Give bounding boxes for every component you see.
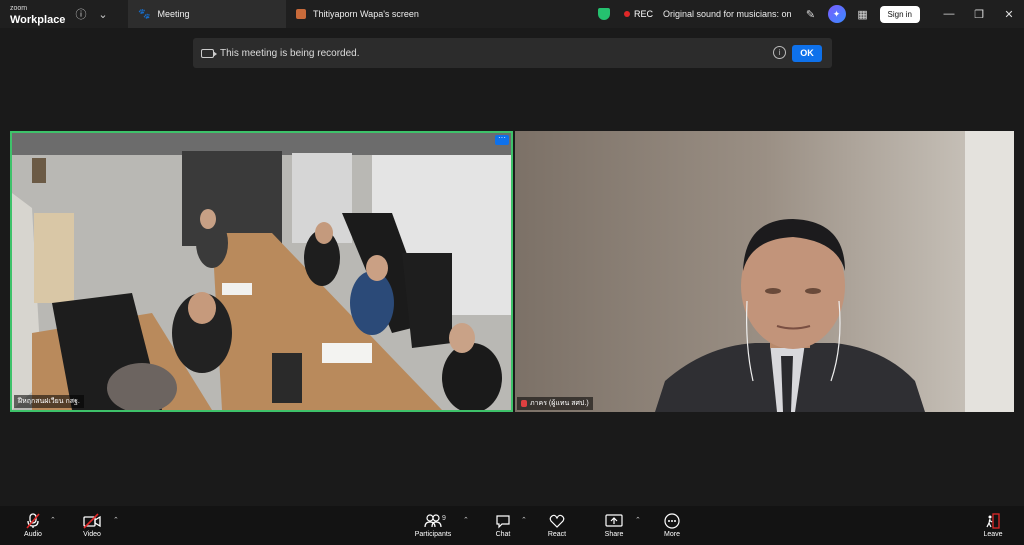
audio-button[interactable]: Audio [8,506,58,545]
paw-icon: 🐾 [138,8,151,20]
leave-button[interactable]: Leave [968,506,1018,545]
leave-label: Leave [983,531,1003,538]
conference-room-video [12,133,511,410]
logo-bottom-text: Workplace [10,13,66,26]
participants-options-caret[interactable]: ⌃ [463,516,469,524]
info-icon[interactable]: ⓘ [70,3,92,25]
screen-share-icon [296,9,306,19]
participants-button[interactable]: Participants [408,506,458,545]
ai-companion-icon[interactable]: ✦ [827,5,846,23]
logo-top-text: zoom [10,4,28,12]
original-sound-status[interactable]: Original sound for musicians: on [663,9,792,19]
recording-banner: This meeting is being recorded. i OK [193,38,832,68]
video-label: Video [83,531,101,538]
share-screen-icon [605,513,623,529]
muted-mic-icon [521,400,527,407]
title-bar: zoom Workplace ⓘ ⌄ 🐾 Meeting Thitiyaporn… [0,0,1024,28]
react-label: React [547,531,567,538]
video-camera-icon [201,48,217,58]
heart-icon [549,513,565,529]
share-button[interactable]: Share [589,506,639,545]
recording-banner-text: This meeting is being recorded. [220,47,360,59]
tab-meeting-label: Meeting [157,9,190,19]
video-off-icon [83,513,101,529]
participants-label: Participants [414,531,452,538]
chat-label: Chat [495,531,511,538]
participants-icon [424,513,442,529]
chat-options-caret[interactable]: ⌃ [521,516,527,524]
participant-name: ฝีหฤกสนฝเวียน กสฐ. [18,398,80,405]
react-button[interactable]: React [532,506,582,545]
audio-label: Audio [24,531,42,538]
video-tile-participant[interactable]: ภาคร (ผู้แทน สศป.) [515,131,1014,412]
restore-icon[interactable]: ❐ [964,8,994,21]
rec-dot-icon [623,11,630,17]
close-icon[interactable]: ✕ [994,8,1024,21]
banner-info-icon[interactable]: i [773,46,786,59]
sign-in-button[interactable]: Sign in [879,5,920,23]
participant-video [515,131,1014,412]
audio-options-caret[interactable]: ⌃ [50,516,56,524]
minimize-icon[interactable]: — [934,8,964,20]
participant-name-tag-2: ภาคร (ผู้แทน สศป.) [517,397,593,410]
meeting-toolbar: Audio ⌃ Video ⌃ Participants 9 ⌃ Chat ⌃ [0,506,1024,545]
mic-muted-icon [25,513,41,529]
tab-shared-screen-label: Thitiyaporn Wapa's screen [313,9,419,19]
rec-label: REC [633,9,653,19]
ok-button[interactable]: OK [792,45,822,62]
zoom-window: zoom Workplace ⓘ ⌄ 🐾 Meeting Thitiyaporn… [0,0,1024,545]
more-button[interactable]: More [647,506,697,545]
share-options-caret[interactable]: ⌃ [635,516,641,524]
chat-icon [495,513,511,529]
chevron-down-icon[interactable]: ⌄ [92,3,114,25]
participant-name-tag: ฝีหฤกสนฝเวียน กสฐ. [14,395,84,408]
tab-shared-screen[interactable]: Thitiyaporn Wapa's screen [286,0,446,28]
tile-options-icon[interactable]: ··· [495,134,509,145]
video-options-caret[interactable]: ⌃ [113,516,119,524]
title-bar-right: REC Original sound for musicians: on ✎ ✦… [597,0,1024,28]
leave-door-icon [985,513,1001,529]
magic-wand-icon[interactable]: ✎ [800,3,822,25]
recording-indicator[interactable]: REC [623,9,653,19]
video-tile-room[interactable]: ··· ฝีหฤกสนฝเวียน กสฐ. [10,131,513,412]
apps-grid-icon[interactable]: ▦ [852,3,874,25]
more-label: More [664,531,680,538]
video-button[interactable]: Video [67,506,117,545]
participants-count: 9 [442,515,446,522]
share-label: Share [604,531,624,538]
participant-name-2: ภาคร (ผู้แทน สศป.) [530,400,589,407]
more-dots-icon [664,513,680,529]
chat-button[interactable]: Chat [478,506,528,545]
zoom-logo: zoom Workplace [0,4,70,26]
tab-meeting[interactable]: 🐾 Meeting [128,0,286,28]
shield-icon[interactable] [597,8,610,20]
